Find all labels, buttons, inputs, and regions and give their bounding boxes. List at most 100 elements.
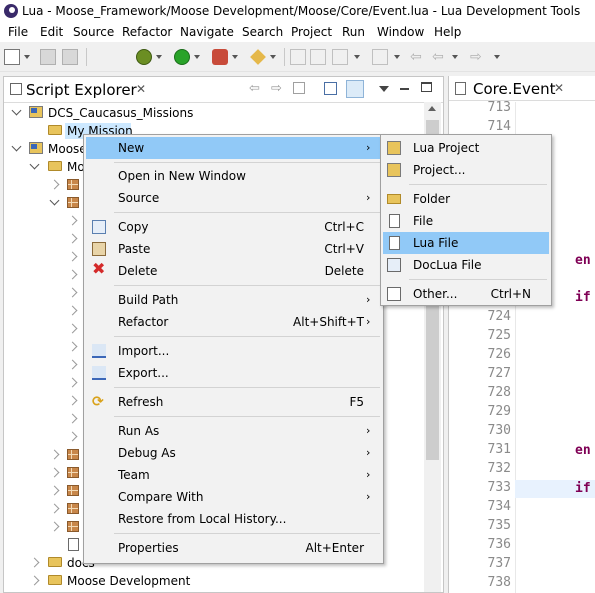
menu-item-lua-file[interactable]: Lua File bbox=[383, 232, 549, 254]
scroll-up-icon[interactable] bbox=[428, 106, 436, 111]
next-annotation-icon[interactable] bbox=[372, 49, 388, 65]
expand-icon[interactable] bbox=[67, 323, 78, 334]
link-with-editor-icon[interactable] bbox=[346, 80, 364, 98]
debug-dropdown-icon[interactable] bbox=[156, 55, 162, 59]
tree-item-folder[interactable]: Moose Development bbox=[4, 572, 424, 590]
external-tools-dropdown-icon[interactable] bbox=[232, 55, 238, 59]
expand-icon[interactable] bbox=[67, 413, 78, 424]
menu-search[interactable]: Search bbox=[242, 25, 283, 39]
menu-item-source[interactable]: Source › bbox=[86, 187, 381, 209]
tree-item-project[interactable]: DCS_Caucasus_Missions bbox=[4, 104, 424, 122]
next-annotation-dropdown-icon[interactable] bbox=[394, 55, 400, 59]
expand-icon[interactable] bbox=[67, 359, 78, 370]
expand-icon[interactable] bbox=[67, 233, 78, 244]
menu-project[interactable]: Project bbox=[291, 25, 332, 39]
expand-icon[interactable] bbox=[67, 269, 78, 280]
maximize-icon[interactable] bbox=[421, 82, 432, 92]
menu-item-folder[interactable]: Folder bbox=[383, 188, 549, 210]
menu-file[interactable]: File bbox=[8, 25, 28, 39]
last-edit-icon[interactable]: ⇦ bbox=[410, 49, 426, 65]
menu-edit[interactable]: Edit bbox=[40, 25, 63, 39]
show-whitespace-icon[interactable] bbox=[310, 49, 326, 65]
forward-dropdown-icon[interactable] bbox=[494, 55, 500, 59]
menu-item-export[interactable]: Export... bbox=[86, 362, 381, 384]
forward-icon[interactable]: ⇨ bbox=[271, 81, 282, 96]
code-keyword[interactable]: en bbox=[575, 443, 591, 458]
menu-item-lua-project[interactable]: Lua Project bbox=[383, 137, 549, 159]
expand-icon[interactable] bbox=[11, 141, 22, 152]
code-keyword[interactable]: en bbox=[575, 253, 591, 268]
menu-item-other[interactable]: Other... Ctrl+N bbox=[383, 283, 549, 305]
expand-icon[interactable] bbox=[67, 305, 78, 316]
expand-icon[interactable] bbox=[49, 485, 60, 496]
new-icon[interactable] bbox=[4, 49, 20, 65]
menu-item-refactor[interactable]: Refactor Alt+Shift+T › bbox=[86, 311, 381, 333]
menu-item-debug-as[interactable]: Debug As › bbox=[86, 442, 381, 464]
back-dropdown-icon[interactable] bbox=[452, 55, 458, 59]
back-icon[interactable]: ⇦ bbox=[432, 49, 448, 65]
up-icon[interactable] bbox=[293, 82, 305, 94]
menu-item-import[interactable]: Import... bbox=[86, 340, 381, 362]
expand-icon[interactable] bbox=[67, 341, 78, 352]
annotation-dropdown-icon[interactable] bbox=[354, 55, 360, 59]
menu-item-open-in-new-window[interactable]: Open in New Window bbox=[86, 165, 381, 187]
expand-icon[interactable] bbox=[29, 159, 40, 170]
expand-icon[interactable] bbox=[67, 251, 78, 262]
menu-item-properties[interactable]: Properties Alt+Enter bbox=[86, 537, 381, 559]
back-icon[interactable]: ⇦ bbox=[249, 81, 260, 96]
menu-item-refresh[interactable]: ⟳ Refresh F5 bbox=[86, 391, 381, 413]
run-dropdown-icon[interactable] bbox=[194, 55, 200, 59]
menu-item-paste[interactable]: Paste Ctrl+V bbox=[86, 238, 381, 260]
view-menu-icon[interactable] bbox=[379, 86, 389, 92]
menu-help[interactable]: Help bbox=[434, 25, 461, 39]
toggle-mark-icon[interactable] bbox=[290, 49, 306, 65]
collapse-all-icon[interactable] bbox=[324, 82, 337, 95]
expand-icon[interactable] bbox=[67, 215, 78, 226]
expand-icon[interactable] bbox=[29, 557, 40, 568]
menu-item-team[interactable]: Team › bbox=[86, 464, 381, 486]
menu-window[interactable]: Window bbox=[377, 25, 424, 39]
debug-icon[interactable] bbox=[136, 49, 152, 65]
open-type-dropdown-icon[interactable] bbox=[270, 55, 276, 59]
menu-item-run-as[interactable]: Run As › bbox=[86, 420, 381, 442]
expand-icon[interactable] bbox=[49, 179, 60, 190]
editor-tab[interactable]: Core.Event ✕ bbox=[449, 76, 595, 101]
new-dropdown-icon[interactable] bbox=[24, 55, 30, 59]
menu-run[interactable]: Run bbox=[342, 25, 365, 39]
menu-item-new[interactable]: New › bbox=[86, 137, 381, 159]
save-all-icon[interactable] bbox=[62, 49, 78, 65]
expand-icon[interactable] bbox=[67, 377, 78, 388]
menu-item-project[interactable]: Project... bbox=[383, 159, 549, 181]
menu-item-delete[interactable]: ✖ Delete Delete bbox=[86, 260, 381, 282]
save-icon[interactable] bbox=[40, 49, 56, 65]
menu-navigate[interactable]: Navigate bbox=[180, 25, 234, 39]
menu-item-file[interactable]: File bbox=[383, 210, 549, 232]
forward-icon[interactable]: ⇨ bbox=[470, 49, 486, 65]
menu-item-copy[interactable]: Copy Ctrl+C bbox=[86, 216, 381, 238]
menu-item-doclua-file[interactable]: DocLua File bbox=[383, 254, 549, 276]
expand-icon[interactable] bbox=[49, 449, 60, 460]
expand-icon[interactable] bbox=[67, 431, 78, 442]
close-icon[interactable]: ✕ bbox=[554, 81, 564, 95]
minimize-icon[interactable] bbox=[400, 88, 409, 90]
expand-icon[interactable] bbox=[11, 105, 22, 116]
code-keyword[interactable]: if bbox=[575, 481, 591, 496]
expand-icon[interactable] bbox=[49, 195, 60, 206]
menu-item-compare-with[interactable]: Compare With › bbox=[86, 486, 381, 508]
expand-icon[interactable] bbox=[49, 503, 60, 514]
expand-icon[interactable] bbox=[29, 575, 40, 586]
close-icon[interactable]: ✕ bbox=[136, 82, 146, 96]
annotation-icon[interactable] bbox=[332, 49, 348, 65]
run-icon[interactable] bbox=[174, 49, 190, 65]
expand-icon[interactable] bbox=[67, 287, 78, 298]
menu-source[interactable]: Source bbox=[73, 25, 114, 39]
expand-icon[interactable] bbox=[67, 395, 78, 406]
menu-item-restore-from-local-history[interactable]: Restore from Local History... bbox=[86, 508, 381, 530]
external-tools-icon[interactable] bbox=[212, 49, 228, 65]
expand-icon[interactable] bbox=[49, 467, 60, 478]
menu-refactor[interactable]: Refactor bbox=[122, 25, 172, 39]
code-keyword[interactable]: if bbox=[575, 290, 591, 305]
expand-icon[interactable] bbox=[49, 521, 60, 532]
menu-item-build-path[interactable]: Build Path › bbox=[86, 289, 381, 311]
open-type-icon[interactable] bbox=[250, 49, 266, 65]
